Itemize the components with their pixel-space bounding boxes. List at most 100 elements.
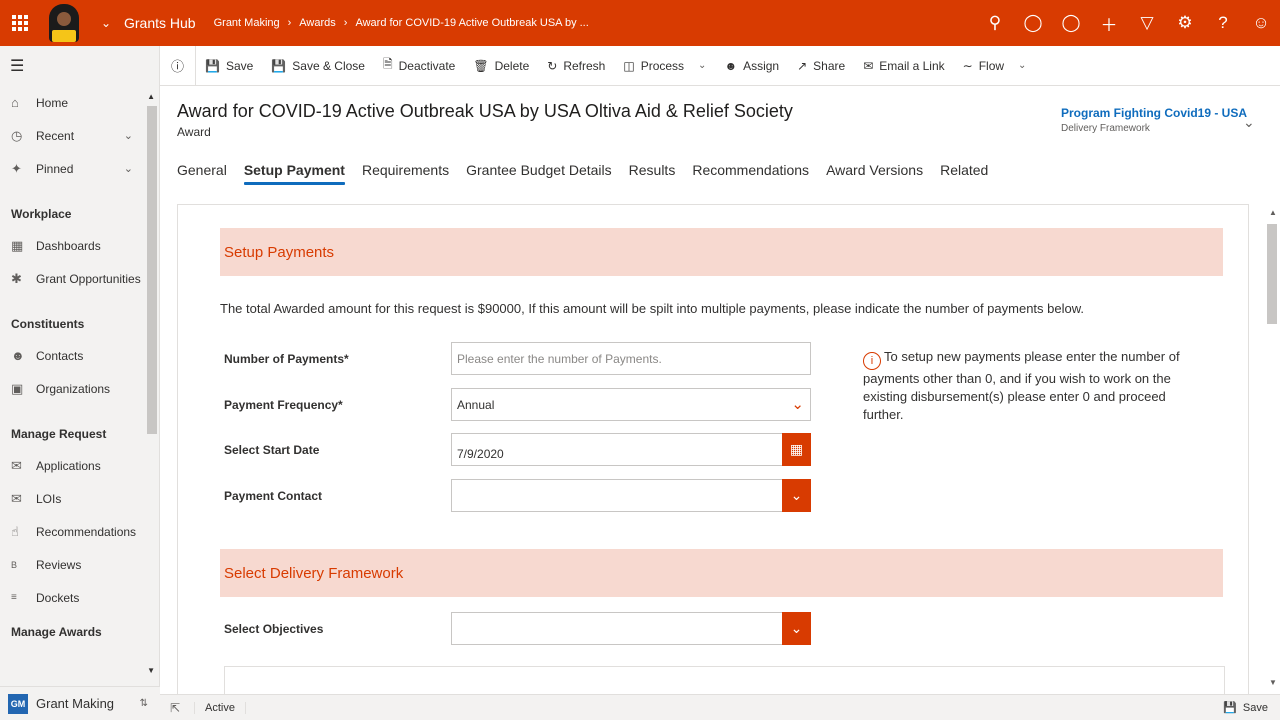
- lightbulb-icon[interactable]: ◯: [1052, 0, 1090, 46]
- form-body: Setup Payments The total Awarded amount …: [177, 204, 1249, 694]
- chevron-right-icon: ›: [287, 17, 292, 29]
- sidebar-item-home[interactable]: ⌂ Home: [0, 86, 159, 119]
- docket-icon: ≡: [11, 592, 17, 603]
- entity-name: Award: [177, 125, 211, 139]
- select-objectives-lookup[interactable]: ⌄: [451, 612, 811, 645]
- sidebar-item-pinned[interactable]: ✦ Pinned ⌄: [0, 152, 159, 185]
- flow-button[interactable]: ∼ Flow ⌄: [954, 46, 1036, 86]
- tab-setup-payment[interactable]: Setup Payment: [243, 162, 346, 185]
- start-date-input[interactable]: 7/9/2020 ▦: [451, 433, 811, 466]
- sidebar-item-label: LOIs: [36, 491, 62, 506]
- app-launcher-icon[interactable]: [0, 0, 40, 46]
- process-button[interactable]: ◫ Process ⌄: [614, 46, 715, 86]
- search-icon[interactable]: ⚲: [976, 0, 1014, 46]
- clock-icon: ◷: [11, 127, 23, 143]
- grant-icon: ✱: [11, 270, 22, 286]
- deactivate-button[interactable]: 🗎 Deactivate: [374, 46, 464, 86]
- popout-icon[interactable]: ⇱: [160, 701, 190, 715]
- sidebar-item-contacts[interactable]: ☻ Contacts: [0, 339, 159, 372]
- sidebar-item-dashboards[interactable]: ▦ Dashboards: [0, 229, 159, 262]
- chevron-updown-icon: ⇅: [139, 698, 148, 709]
- chevron-down-icon: ⌄: [791, 396, 804, 413]
- assign-button[interactable]: ☻ Assign: [715, 46, 788, 86]
- status-save-button[interactable]: 💾 Save: [1223, 701, 1268, 715]
- main-scrollbar[interactable]: ▲ ▼: [1264, 204, 1280, 694]
- breadcrumb-item[interactable]: Awards: [299, 17, 335, 29]
- app-title[interactable]: Grants Hub: [124, 15, 196, 31]
- chevron-down-icon[interactable]: ⌄: [782, 612, 811, 645]
- logo: [40, 0, 88, 46]
- sidebar-item-lois[interactable]: ✉ LOIs: [0, 482, 159, 515]
- task-icon[interactable]: ◯: [1014, 0, 1052, 46]
- back-icon[interactable]: ⓘ: [160, 45, 196, 86]
- filter-icon[interactable]: ▽: [1128, 0, 1166, 46]
- breadcrumb: Grant Making › Awards › Award for COVID-…: [214, 17, 589, 29]
- scroll-thumb[interactable]: [1267, 224, 1277, 324]
- section-heading-setup-payments: Setup Payments: [220, 228, 1223, 276]
- help-icon[interactable]: ?: [1204, 0, 1242, 46]
- scroll-down-icon[interactable]: ▼: [147, 666, 155, 675]
- payment-contact-label: Payment Contact: [224, 489, 323, 503]
- application-icon: ✉: [11, 457, 22, 473]
- sidebar-item-label: Grant Opportunities: [36, 271, 141, 286]
- email-link-button[interactable]: ✉ Email a Link: [854, 46, 953, 86]
- tab-grantee-budget-details[interactable]: Grantee Budget Details: [466, 162, 612, 185]
- area-badge: GM: [8, 693, 28, 714]
- sidebar-item-dockets[interactable]: ≡ Dockets: [0, 581, 159, 614]
- tab-award-versions[interactable]: Award Versions: [826, 162, 923, 185]
- area-label: Grant Making: [36, 696, 115, 711]
- payment-frequency-select[interactable]: Annual ⌄: [451, 388, 811, 421]
- chevron-down-icon[interactable]: ⌄: [124, 129, 133, 142]
- chevron-down-icon: ⌄: [1018, 60, 1027, 71]
- sidebar-item-grant-opportunities[interactable]: ✱ Grant Opportunities: [0, 262, 159, 295]
- user-icon[interactable]: ☺: [1242, 0, 1280, 46]
- sidebar-item-reviews[interactable]: B Reviews: [0, 548, 159, 581]
- intro-text: The total Awarded amount for this reques…: [220, 301, 1085, 316]
- sidebar-item-organizations[interactable]: ▣ Organizations: [0, 372, 159, 405]
- save-icon: 💾: [1223, 702, 1237, 714]
- business-process-flow[interactable]: Program Fighting Covid19 - USA Delivery …: [1061, 106, 1247, 134]
- tab-requirements[interactable]: Requirements: [362, 162, 449, 185]
- delete-button[interactable]: 🗑 Delete: [464, 46, 538, 86]
- sidebar-item-label: Recommendations: [36, 524, 137, 539]
- payment-frequency-label: Payment Frequency*: [224, 398, 343, 412]
- chevron-down-icon[interactable]: ⌄: [782, 479, 811, 512]
- save-button[interactable]: 💾 Save: [196, 46, 262, 86]
- payment-contact-lookup[interactable]: ⌄: [451, 479, 811, 512]
- sidebar-item-recent[interactable]: ◷ Recent ⌄: [0, 119, 159, 152]
- scroll-up-icon[interactable]: ▲: [1269, 208, 1277, 217]
- save-close-button[interactable]: 💾 Save & Close: [262, 46, 374, 86]
- calendar-icon[interactable]: ▦: [782, 433, 811, 466]
- settings-icon[interactable]: ⚙: [1166, 0, 1204, 46]
- chevron-down-icon[interactable]: ⌄: [88, 16, 124, 30]
- area-switcher[interactable]: GM Grant Making ⇅: [0, 686, 160, 720]
- breadcrumb-item[interactable]: Grant Making: [214, 17, 280, 29]
- breadcrumb-item[interactable]: Award for COVID-19 Active Outbreak USA b…: [355, 17, 588, 29]
- tab-related[interactable]: Related: [940, 162, 988, 185]
- bpf-title[interactable]: Program Fighting Covid19 - USA: [1061, 106, 1247, 120]
- process-icon: ◫: [623, 58, 635, 73]
- deactivate-label: Deactivate: [398, 58, 456, 73]
- info-text: To setup new payments please enter the n…: [863, 349, 1180, 422]
- flow-label: Flow: [978, 58, 1005, 73]
- plus-icon[interactable]: ＋: [1090, 0, 1128, 46]
- assign-icon: ☻: [724, 58, 738, 73]
- status-text: Active: [194, 701, 246, 714]
- tab-recommendations[interactable]: Recommendations: [692, 162, 809, 185]
- subgrid: [224, 666, 1225, 694]
- tab-results[interactable]: Results: [629, 162, 676, 185]
- contact-icon: ☻: [11, 348, 25, 363]
- sidebar-item-applications[interactable]: ✉ Applications: [0, 449, 159, 482]
- sidebar-item-recommendations[interactable]: ☝ Recommendations: [0, 515, 159, 548]
- refresh-label: Refresh: [563, 58, 606, 73]
- chevron-down-icon[interactable]: ⌄: [124, 162, 133, 175]
- sidebar-scrollbar[interactable]: [147, 106, 157, 434]
- tab-general[interactable]: General: [177, 162, 227, 185]
- scroll-down-icon[interactable]: ▼: [1269, 678, 1277, 687]
- scroll-up-icon[interactable]: ▲: [147, 92, 155, 101]
- hamburger-icon[interactable]: ☰: [0, 46, 159, 86]
- number-of-payments-input[interactable]: Please enter the number of Payments.: [451, 342, 811, 375]
- refresh-button[interactable]: ↻ Refresh: [538, 46, 614, 86]
- share-button[interactable]: ↗ Share: [788, 46, 854, 86]
- chevron-down-icon[interactable]: ⌄: [1243, 114, 1255, 131]
